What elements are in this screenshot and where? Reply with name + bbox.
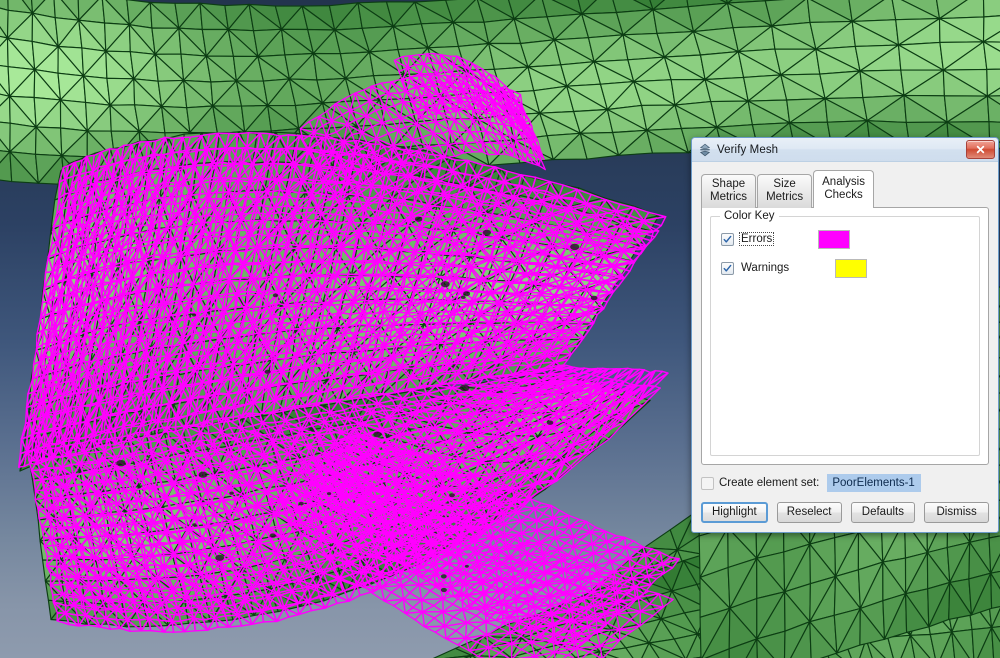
warnings-checkbox[interactable] (721, 261, 734, 275)
dialog-footer: Create element set: Highlight Reselect D… (692, 465, 998, 532)
tab-analysis-checks-line2: Checks (824, 189, 863, 201)
verify-mesh-dialog[interactable]: Verify Mesh Shape Metrics Size Metrics A… (691, 137, 999, 533)
tab-size-metrics[interactable]: Size Metrics (757, 174, 813, 208)
dismiss-button[interactable]: Dismiss (924, 502, 989, 523)
tab-size-metrics-line1: Size (773, 178, 796, 190)
element-set-name-input[interactable] (827, 474, 922, 492)
dialog-title: Verify Mesh (717, 143, 779, 156)
color-key-row-warnings: Warnings (721, 258, 969, 278)
close-x-glyph (976, 145, 985, 154)
errors-checkbox[interactable] (721, 232, 734, 246)
tab-strip: Shape Metrics Size Metrics Analysis Chec… (701, 170, 989, 208)
warnings-color-swatch[interactable] (835, 258, 868, 278)
tab-shape-metrics-line2: Metrics (710, 191, 748, 203)
dialog-button-row: Highlight Reselect Defaults Dismiss (701, 502, 989, 523)
close-icon[interactable] (966, 140, 995, 159)
errors-label: Errors (739, 232, 775, 246)
dialog-titlebar[interactable]: Verify Mesh (692, 138, 998, 162)
defaults-button[interactable]: Defaults (850, 502, 916, 523)
create-element-set-checkbox[interactable] (701, 476, 714, 490)
tab-shape-metrics-line1: Shape (711, 178, 746, 190)
tab-shape-metrics[interactable]: Shape Metrics (701, 174, 757, 208)
warnings-swatch-wrap (835, 258, 868, 278)
analysis-checks-panel: Color Key Errors Warnings (701, 207, 989, 465)
tab-analysis-checks[interactable]: Analysis Checks (813, 170, 874, 208)
color-key-title: Color Key (720, 210, 779, 222)
create-element-set-label: Create element set: (719, 477, 820, 489)
dialog-body: Shape Metrics Size Metrics Analysis Chec… (692, 162, 998, 465)
highlight-button[interactable]: Highlight (701, 502, 768, 523)
application-window: Verify Mesh Shape Metrics Size Metrics A… (0, 0, 1000, 658)
errors-color-swatch[interactable] (818, 229, 851, 249)
tab-analysis-checks-line1: Analysis (822, 176, 865, 188)
reselect-button[interactable]: Reselect (776, 502, 842, 523)
color-key-groupbox: Color Key Errors Warnings (710, 210, 980, 456)
errors-swatch-wrap (818, 229, 851, 249)
color-key-row-errors: Errors (721, 229, 969, 249)
create-element-set-row: Create element set: (701, 474, 989, 492)
abaqus-diamond-icon (699, 143, 711, 156)
warnings-label: Warnings (741, 262, 790, 274)
checkmark-icon (723, 264, 732, 272)
tab-size-metrics-line2: Metrics (766, 191, 804, 203)
checkmark-icon (723, 235, 732, 243)
